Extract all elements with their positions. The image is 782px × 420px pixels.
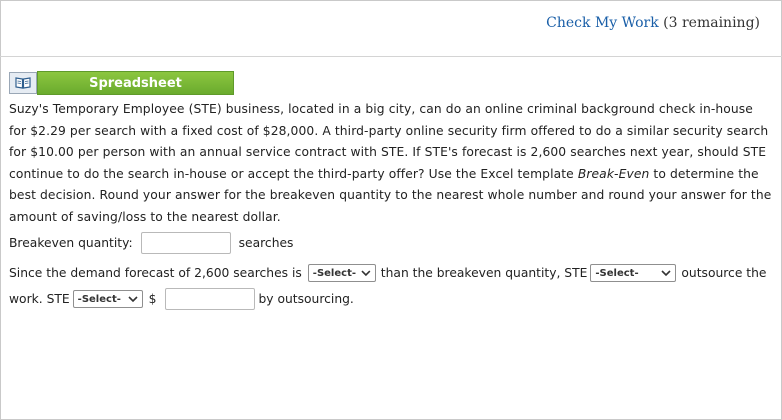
conclusion-text-3: outsource the (681, 266, 767, 280)
comparison-select-value: -Select- (312, 267, 356, 279)
breakeven-unit: searches (238, 236, 294, 250)
book-icon (15, 74, 31, 93)
outsource-decision-select[interactable]: -Select- (590, 264, 677, 282)
breakeven-row: Breakeven quantity: searches (9, 232, 293, 254)
conclusion-row-2: work. STE -Select- $ by outsourcing. (9, 288, 354, 310)
header-divider (0, 56, 782, 57)
outsource-decision-select-value: -Select- (595, 267, 639, 279)
saving-amount-input[interactable] (164, 288, 255, 310)
conclusion-text-2: than the breakeven quantity, STE (380, 266, 588, 280)
comparison-select[interactable]: -Select- (307, 264, 376, 282)
problem-statement: Suzy's Temporary Employee (STE) business… (9, 99, 773, 229)
saving-loss-select[interactable]: -Select- (72, 290, 143, 308)
chevron-down-icon (361, 270, 371, 277)
breakeven-label: Breakeven quantity: (9, 236, 133, 250)
spreadsheet-bar: Spreadsheet (9, 71, 234, 95)
conclusion-text-1: Since the demand forecast of 2,600 searc… (9, 266, 302, 280)
conclusion-row-1: Since the demand forecast of 2,600 searc… (9, 264, 766, 282)
check-my-work-row: Check My Work (3 remaining) (546, 15, 760, 31)
breakeven-quantity-input[interactable] (140, 232, 231, 254)
chevron-down-icon (661, 270, 671, 277)
chevron-down-icon (128, 296, 138, 303)
template-name: Break-Even (577, 166, 650, 181)
check-my-work-link[interactable]: Check My Work (546, 15, 659, 31)
saving-loss-select-value: -Select- (77, 293, 121, 305)
conclusion-text-5: by outsourcing. (258, 292, 354, 306)
conclusion-text-4: work. STE (9, 292, 70, 306)
remaining-count: (3 remaining) (663, 15, 760, 31)
dollar-sign: $ (148, 292, 157, 306)
book-icon-button[interactable] (9, 72, 37, 94)
spreadsheet-button[interactable]: Spreadsheet (37, 71, 234, 95)
